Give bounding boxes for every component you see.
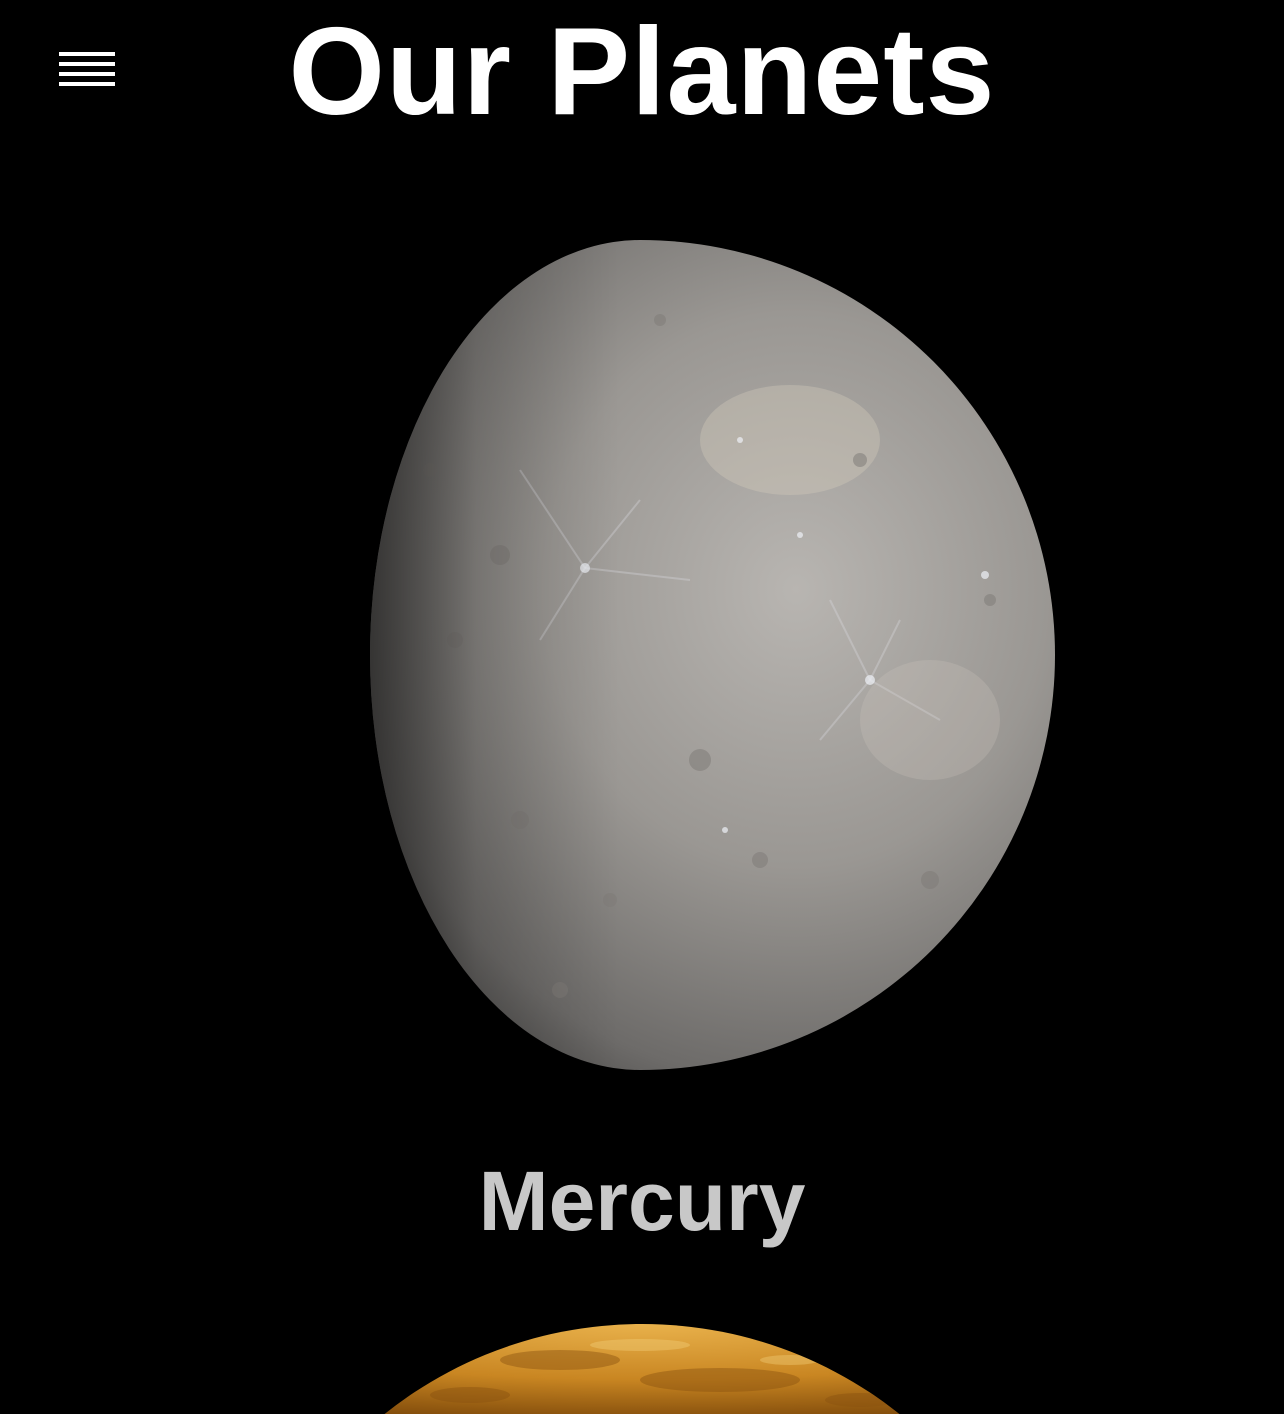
planet-card-mercury[interactable]: Mercury xyxy=(0,0,1284,1260)
planet-list: Mercury xyxy=(0,0,1284,1414)
planet-name-mercury: Mercury xyxy=(478,1154,806,1248)
planet-card-venus[interactable] xyxy=(0,1300,1284,1414)
mercury-image xyxy=(370,240,1055,1070)
venus-image xyxy=(232,1324,1052,1414)
